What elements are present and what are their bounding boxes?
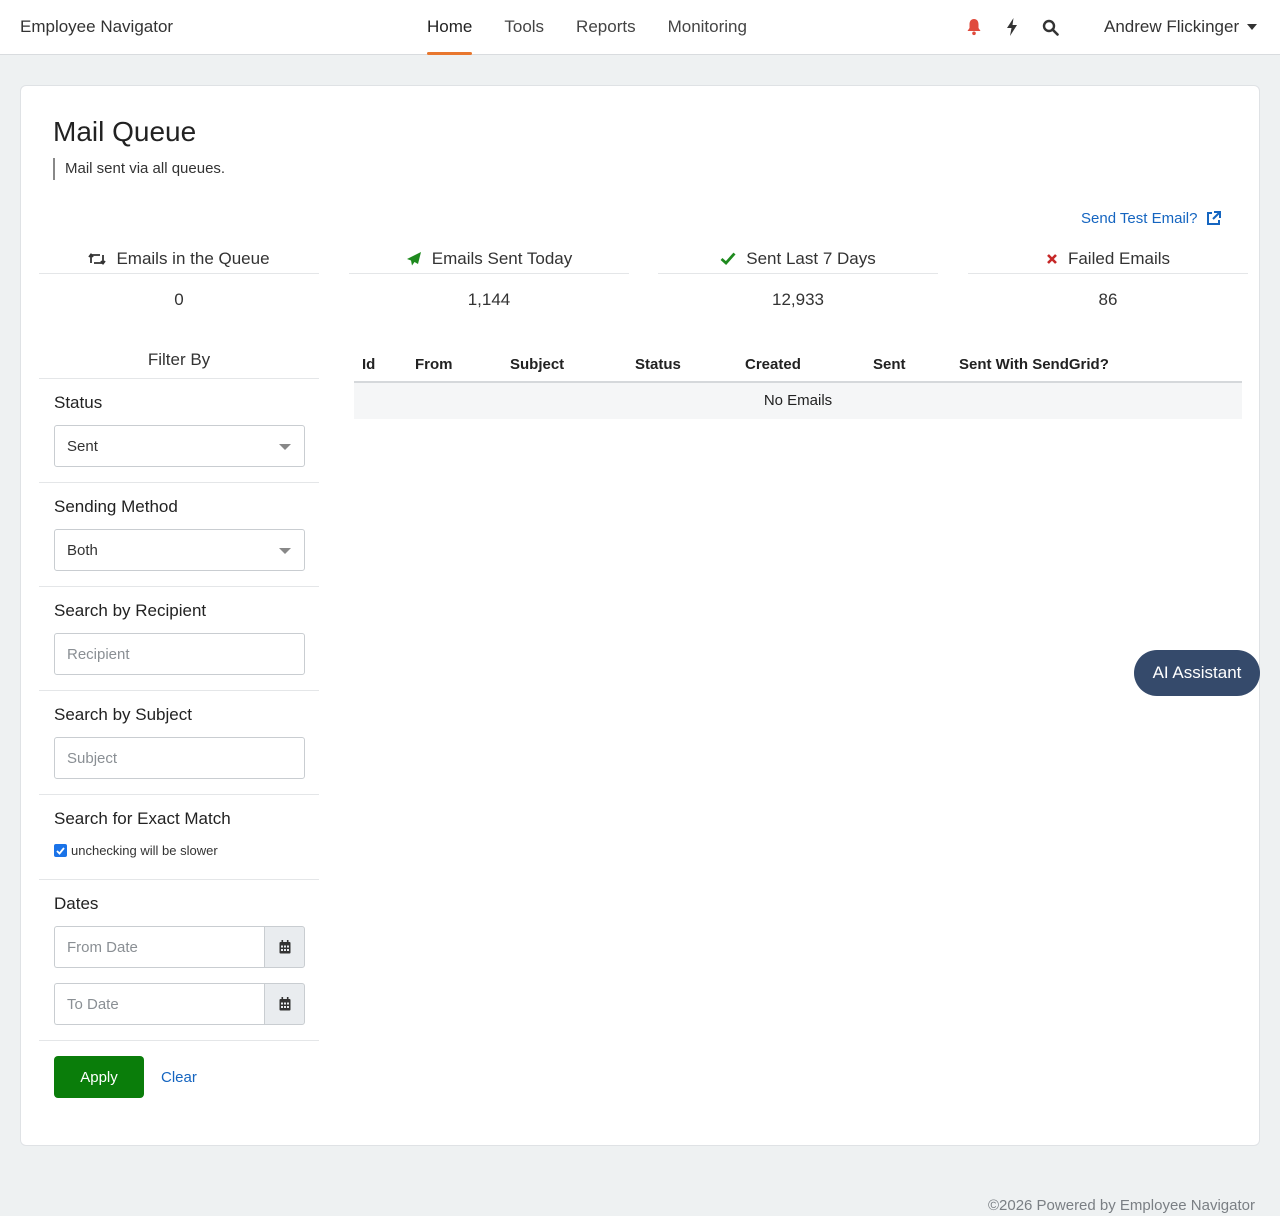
column-header-created[interactable]: Created (745, 356, 801, 373)
bolt-icon[interactable] (1002, 16, 1022, 38)
chevron-down-icon (279, 548, 291, 554)
paper-plane-icon (406, 251, 421, 265)
mail-queue-card: Mail Queue Mail sent via all queues. Sen… (20, 85, 1260, 1146)
nav-monitoring[interactable]: Monitoring (668, 0, 747, 55)
table-header: Id From Subject Status Created Sent Sent… (354, 350, 1242, 383)
calendar-icon (279, 997, 290, 1011)
from-date-row: From Date (54, 926, 305, 968)
nav-tools[interactable]: Tools (504, 0, 544, 55)
to-date-calendar-button[interactable] (264, 983, 305, 1025)
stat-last-7-days-header: Sent Last 7 Days (658, 244, 938, 274)
column-header-from[interactable]: From (415, 356, 453, 373)
column-header-sent[interactable]: Sent (873, 356, 906, 373)
exact-match-checkbox[interactable] (54, 844, 67, 857)
from-date-calendar-button[interactable] (264, 926, 305, 968)
bell-icon[interactable] (964, 16, 984, 38)
brand-name[interactable]: Employee Navigator (20, 17, 173, 37)
status-select[interactable]: Sent (54, 425, 305, 467)
search-icon[interactable] (1040, 16, 1060, 38)
check-icon (720, 252, 736, 265)
column-header-status[interactable]: Status (635, 356, 681, 373)
chevron-down-icon (1247, 24, 1258, 30)
top-icons (964, 16, 1060, 38)
stat-sent-today-label: Emails Sent Today (431, 248, 573, 268)
stat-queue-value: 0 (174, 290, 184, 309)
x-icon (1047, 253, 1057, 264)
to-date-input[interactable]: To Date (54, 983, 264, 1025)
stat-failed: Failed Emails 86 (968, 244, 1248, 310)
recipient-label: Search by Recipient (54, 601, 207, 620)
nav-home[interactable]: Home (427, 0, 473, 55)
status-label: Status (54, 393, 103, 412)
column-header-subject[interactable]: Subject (510, 356, 564, 373)
subject-filter-group: Search by Subject Subject (39, 691, 319, 795)
method-filter-group: Sending Method Both (39, 483, 319, 587)
dates-filter-group: Dates From Date To Date (39, 880, 319, 1041)
external-link-icon (1207, 211, 1222, 225)
page-subtitle: Mail sent via all queues. (53, 158, 225, 180)
recipient-filter-group: Search by Recipient Recipient (39, 587, 319, 691)
exact-match-checkbox-label: unchecking will be slower (71, 843, 218, 858)
stat-sent-today-header: Emails Sent Today (349, 244, 629, 274)
sending-method-label: Sending Method (54, 497, 178, 516)
column-header-sendgrid[interactable]: Sent With SendGrid? (959, 356, 1109, 373)
stat-queue-label: Emails in the Queue (116, 248, 270, 268)
stat-failed-header: Failed Emails (968, 244, 1248, 274)
clear-link[interactable]: Clear (161, 1069, 197, 1086)
filter-actions: Apply Clear (39, 1041, 319, 1113)
stat-last-7-days: Sent Last 7 Days 12,933 (658, 244, 938, 310)
stat-sent-today: Emails Sent Today 1,144 (349, 244, 629, 310)
send-test-email-link[interactable]: Send Test Email? (1081, 210, 1222, 227)
sending-method-value: Both (67, 541, 98, 559)
status-filter-group: Status Sent (39, 379, 319, 483)
top-navbar: Employee Navigator Home Tools Reports Mo… (0, 0, 1280, 55)
filter-title: Filter By (39, 350, 319, 379)
footer-copyright: ©2026 Powered by Employee Navigator (987, 1197, 1255, 1214)
retweet-icon (88, 252, 107, 265)
stat-failed-value: 86 (1098, 290, 1118, 309)
nav-reports[interactable]: Reports (576, 0, 636, 55)
stat-sent-today-value: 1,144 (467, 290, 511, 309)
recipient-input[interactable]: Recipient (54, 633, 305, 675)
user-name: Andrew Flickinger (1104, 17, 1240, 36)
subject-label: Search by Subject (54, 705, 192, 724)
send-test-email-label: Send Test Email? (1081, 210, 1198, 227)
user-menu[interactable]: Andrew Flickinger (1104, 17, 1258, 37)
page-title: Mail Queue (53, 116, 197, 147)
status-select-value: Sent (67, 437, 98, 455)
to-date-row: To Date (54, 983, 305, 1025)
apply-button[interactable]: Apply (54, 1056, 144, 1098)
exact-match-row: unchecking will be slower (54, 843, 304, 858)
from-date-input[interactable]: From Date (54, 926, 264, 968)
ai-assistant-button[interactable]: AI Assistant (1134, 650, 1260, 696)
stat-failed-label: Failed Emails (1067, 248, 1171, 268)
stat-last-7-days-value: 12,933 (772, 290, 824, 309)
emails-table: Id From Subject Status Created Sent Sent… (354, 350, 1242, 419)
check-icon (56, 846, 65, 855)
filter-panel: Filter By Status Sent Sending Method Bot… (39, 350, 319, 1113)
main-nav: Home Tools Reports Monitoring (427, 0, 779, 55)
dates-label: Dates (54, 894, 99, 913)
chevron-down-icon (279, 444, 291, 450)
exact-match-group: Search for Exact Match unchecking will b… (39, 795, 319, 880)
stat-queue: Emails in the Queue 0 (39, 244, 319, 310)
stat-last-7-days-label: Sent Last 7 Days (746, 248, 876, 268)
table-empty-message: No Emails (354, 383, 1242, 419)
column-header-id[interactable]: Id (362, 356, 375, 373)
sending-method-select[interactable]: Both (54, 529, 305, 571)
subject-input[interactable]: Subject (54, 737, 305, 779)
exact-match-label: Search for Exact Match (54, 809, 231, 828)
stat-queue-header: Emails in the Queue (39, 244, 319, 274)
calendar-icon (279, 940, 290, 954)
